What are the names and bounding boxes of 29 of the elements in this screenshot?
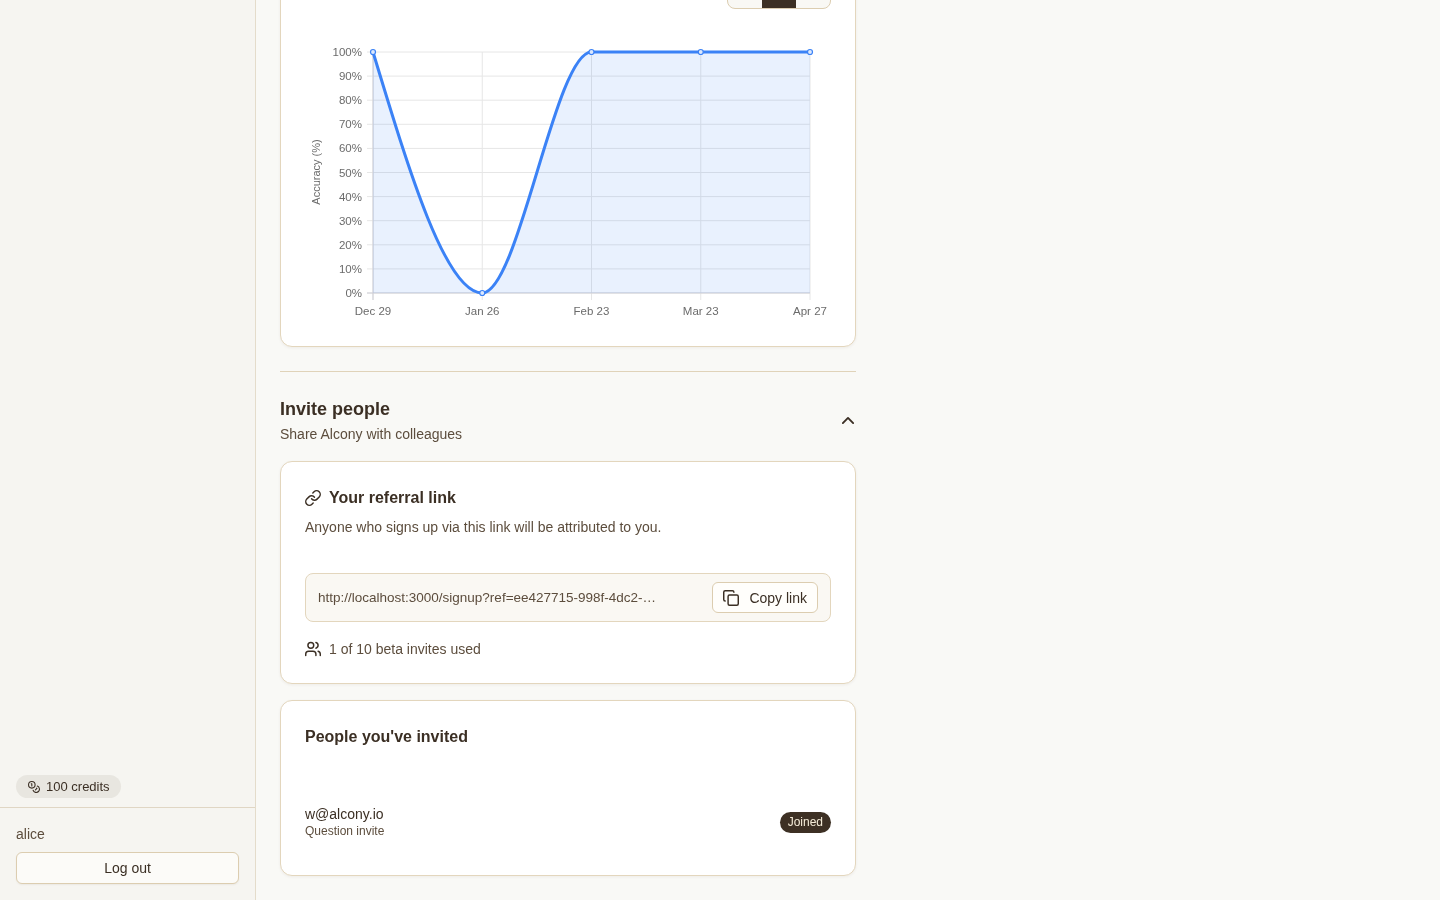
user-name: alice — [16, 825, 46, 844]
axis-tick-label: Mar 23 — [682, 305, 719, 317]
axis-tick-label: 10% — [338, 262, 362, 275]
card-title: Your referral link — [329, 488, 456, 508]
invites-usage: 1 of 10 beta invites used — [329, 640, 481, 659]
axis-tick-label: 80% — [338, 94, 362, 107]
axis-tick-label: 90% — [338, 70, 362, 83]
axis-tick-label: Jan 26 — [465, 305, 500, 317]
axis-title: Accuracy (%) — [310, 139, 322, 205]
section-title: Invite people — [280, 398, 392, 421]
axis-tick-label: 30% — [338, 214, 362, 227]
invitee-email: w@alcony.io — [305, 805, 385, 823]
referral-url: http://localhost:3000/signup?ref=ee427715-998f-4dc2-… — [318, 588, 657, 607]
invite-source: Question invite — [305, 823, 385, 839]
axis-tick-label: 60% — [338, 142, 362, 155]
status-badge: Joined — [779, 811, 831, 833]
axis-tick-label: 0% — [345, 287, 362, 299]
axis-tick-label: 70% — [338, 118, 362, 131]
referral-description: Anyone who signs up via this link will be attributed to you. — [305, 518, 663, 537]
axis-tick-label: 20% — [338, 238, 362, 251]
axis-tick-label: 40% — [338, 190, 362, 203]
axis-tick-label: Apr 27 — [793, 305, 827, 317]
axis-tick-label: 100% — [332, 46, 362, 58]
axis-tick-label: 50% — [338, 166, 362, 179]
credits-label: 100 credits — [46, 779, 110, 794]
axis-tick-label: Dec 29 — [354, 305, 392, 317]
section-subtitle: Share Alcony with colleagues — [280, 425, 463, 444]
card-title: People you've invited — [305, 727, 469, 747]
axis-tick-label: Feb 23 — [573, 305, 610, 317]
